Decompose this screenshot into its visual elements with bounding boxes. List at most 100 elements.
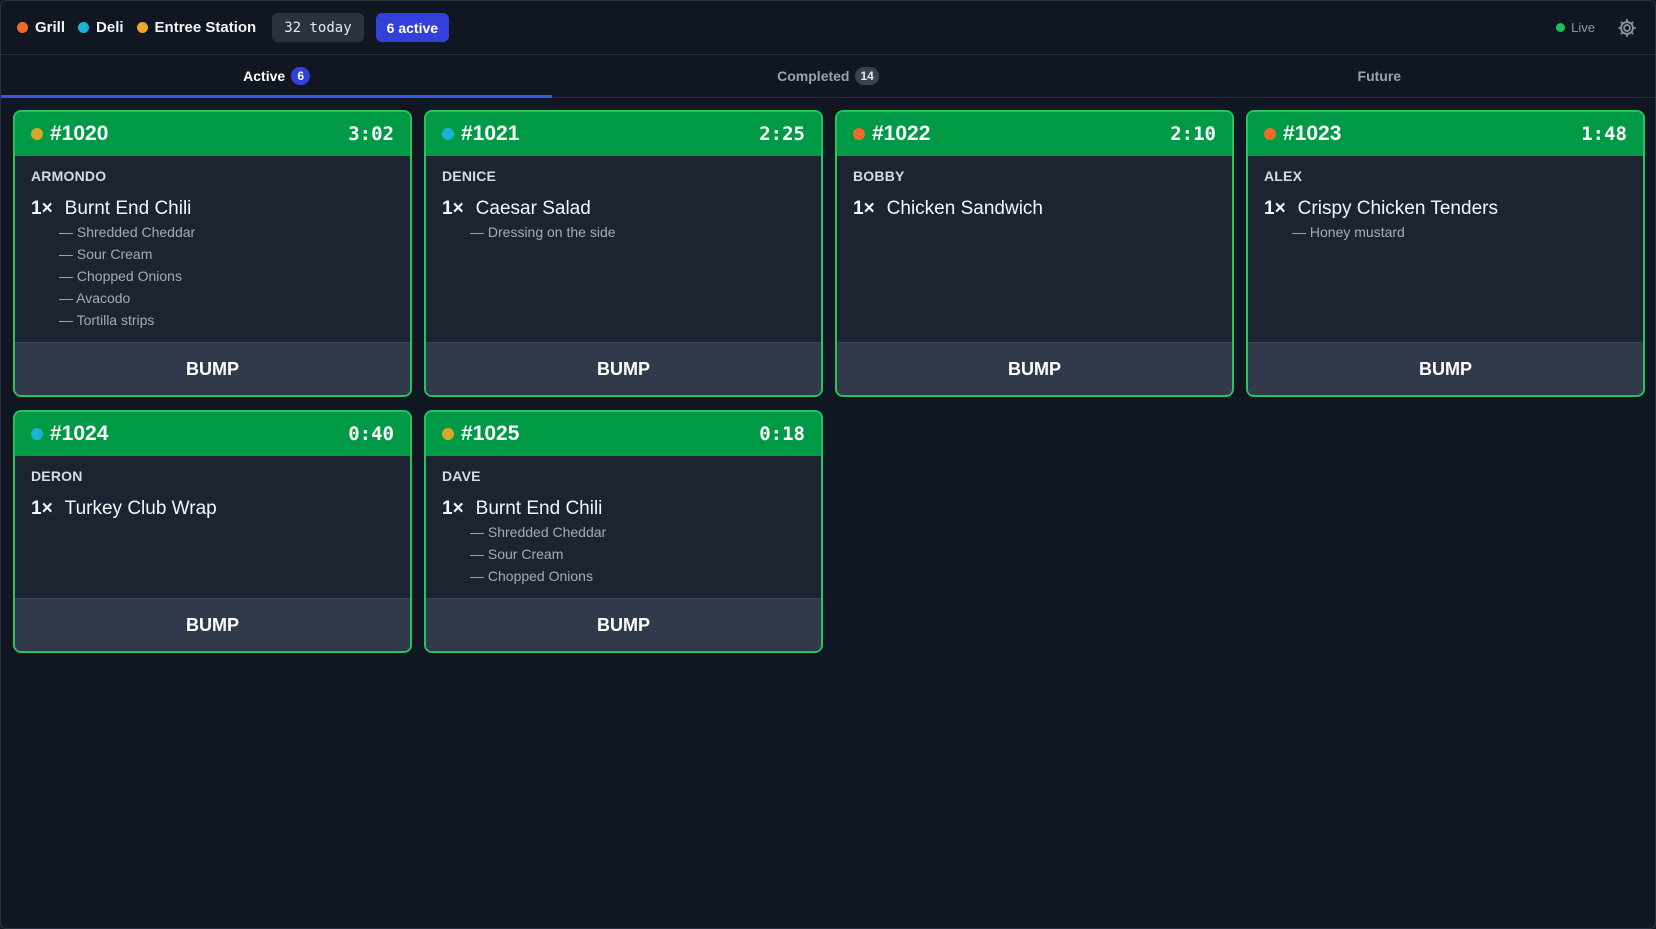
modifier: — Avacodo — [59, 290, 131, 306]
ticket-grid: #1020 3:02 ARMONDO 1× Burnt End Chili — Shred… — [13, 110, 1647, 928]
bump-button[interactable]: BUMP — [426, 342, 821, 395]
ticket-number: #1022 — [872, 122, 931, 145]
bump-button[interactable]: BUMP — [837, 342, 1232, 395]
item-name: Burnt End Chili — [64, 198, 192, 219]
tab-completed[interactable]: Completed 14 — [552, 55, 1103, 97]
item-line: 1× Crispy Chicken Tenders — [1264, 198, 1627, 220]
order-ticket: #1022 2:10 BOBBY 1× Chicken Sandwich BUMP — [835, 110, 1234, 397]
tab-future[interactable]: Future — [1104, 55, 1655, 97]
ticket-body: DAVE 1× Burnt End Chili — Shredded Cheddar —… — [426, 456, 821, 587]
customer-name: ARMONDO — [31, 168, 107, 184]
item-line: 1× Chicken Sandwich — [853, 198, 1216, 220]
item-line: 1× Turkey Club Wrap — [31, 498, 394, 520]
modifier: — Chopped Onions — [470, 568, 593, 584]
order-ticket: #1025 0:18 DAVE 1× Burnt End Chili — Shredded… — [424, 410, 823, 653]
station-color-dot — [853, 128, 865, 140]
modifier: — Shredded Cheddar — [470, 524, 607, 540]
entree-color-dot — [136, 22, 148, 33]
item-line: 1× Caesar Salad — [442, 198, 805, 220]
ticket-header: #1020 3:02 — [15, 112, 410, 156]
ticket-body: ALEX 1× Crispy Chicken Tenders — Honey must… — [1248, 156, 1643, 243]
customer-name: ALEX — [1264, 168, 1303, 184]
grill-color-dot — [17, 22, 28, 33]
ticket-number: #1024 — [50, 422, 109, 445]
tab-label: Active — [243, 68, 286, 84]
ticket-timer: 0:18 — [759, 423, 805, 445]
ticket-number: #1023 — [1283, 122, 1342, 145]
order-ticket: #1021 2:25 DENICE 1× Caesar Salad — Dressing … — [424, 110, 823, 397]
ticket-timer: 2:25 — [759, 123, 805, 145]
ticket-timer: 1:48 — [1581, 123, 1627, 145]
order-ticket: #1020 3:02 ARMONDO 1× Burnt End Chili — Shred… — [13, 110, 412, 397]
item-modifiers: — Shredded Cheddar — Sour Cream — Chopped … — [442, 521, 805, 587]
modifier: — Sour Cream — [59, 246, 153, 262]
station-color-dot — [31, 428, 43, 440]
bump-button[interactable]: BUMP — [426, 598, 821, 651]
active-count-badge: 6 active — [375, 13, 450, 42]
modifier: — Dressing on the side — [470, 224, 616, 240]
station-filter-deli[interactable]: Deli — [78, 19, 124, 36]
modifier: — Honey mustard — [1292, 224, 1405, 240]
top-bar: Grill Deli Entree Station 32 today 6 act… — [1, 1, 1655, 55]
ticket-body: ARMONDO 1× Burnt End Chili — Shredded Chedd… — [15, 156, 410, 331]
gear-icon[interactable] — [1615, 16, 1639, 40]
ticket-body: DENICE 1× Caesar Salad — Dressing on the si… — [426, 156, 821, 243]
item-quantity: 1× — [853, 198, 875, 219]
order-ticket: #1024 0:40 DERON 1× Turkey Club Wrap BUMP — [13, 410, 412, 653]
order-item: 1× Chicken Sandwich — [853, 198, 1216, 220]
order-item: 1× Caesar Salad — Dressing on the side — [442, 198, 805, 243]
ticket-number: #1025 — [461, 422, 520, 445]
station-color-dot — [442, 128, 454, 140]
item-name: Turkey Club Wrap — [64, 498, 217, 519]
item-name: Burnt End Chili — [475, 498, 603, 519]
ticket-body: BOBBY 1× Chicken Sandwich — [837, 156, 1232, 220]
ticket-number: #1020 — [50, 122, 109, 145]
ticket-timer: 3:02 — [348, 123, 394, 145]
station-filter-entree[interactable]: Entree Station — [136, 19, 257, 36]
live-status-dot — [1556, 23, 1566, 32]
live-status: Live — [1556, 20, 1595, 35]
ticket-header: #1023 1:48 — [1248, 112, 1643, 156]
tab-label: Future — [1357, 68, 1402, 84]
tab-count-badge: 14 — [855, 67, 879, 85]
bump-button[interactable]: BUMP — [1248, 342, 1643, 395]
station-color-dot — [442, 428, 454, 440]
item-quantity: 1× — [31, 498, 53, 519]
ticket-timer: 2:10 — [1170, 123, 1216, 145]
tab-active[interactable]: Active 6 — [1, 55, 553, 98]
item-line: 1× Burnt End Chili — [31, 198, 394, 220]
bump-button[interactable]: BUMP — [15, 342, 410, 395]
modifier: — Tortilla strips — [59, 312, 155, 328]
station-color-dot — [1264, 128, 1276, 140]
order-item: 1× Turkey Club Wrap — [31, 498, 394, 520]
item-name: Crispy Chicken Tenders — [1297, 198, 1498, 219]
ticket-header: #1021 2:25 — [426, 112, 821, 156]
item-quantity: 1× — [1264, 198, 1286, 219]
station-label: Deli — [96, 19, 124, 36]
ticket-number: #1021 — [461, 122, 520, 145]
item-line: 1× Burnt End Chili — [442, 498, 805, 520]
order-item: 1× Crispy Chicken Tenders — Honey mustard — [1264, 198, 1627, 243]
item-quantity: 1× — [442, 198, 464, 219]
station-color-dot — [31, 128, 43, 140]
station-label: Grill — [35, 19, 66, 36]
modifier: — Sour Cream — [470, 546, 564, 562]
customer-name: BOBBY — [853, 168, 905, 184]
ticket-header: #1024 0:40 — [15, 412, 410, 456]
station-filter-grill[interactable]: Grill — [17, 19, 65, 36]
modifier: — Shredded Cheddar — [59, 224, 196, 240]
item-name: Chicken Sandwich — [886, 198, 1043, 219]
customer-name: DAVE — [442, 468, 481, 484]
tab-label: Completed — [777, 68, 850, 84]
bump-button[interactable]: BUMP — [15, 598, 410, 651]
item-modifiers: — Honey mustard — [1264, 221, 1627, 243]
customer-name: DENICE — [442, 168, 497, 184]
order-ticket: #1023 1:48 ALEX 1× Crispy Chicken Tenders — H… — [1246, 110, 1645, 397]
tab-count-badge: 6 — [291, 67, 311, 85]
item-modifiers: — Dressing on the side — [442, 221, 805, 243]
item-quantity: 1× — [31, 198, 53, 219]
order-item: 1× Burnt End Chili — Shredded Cheddar — Sou… — [31, 198, 394, 331]
ticket-header: #1025 0:18 — [426, 412, 821, 456]
station-label: Entree Station — [154, 19, 257, 36]
live-label: Live — [1571, 20, 1595, 35]
